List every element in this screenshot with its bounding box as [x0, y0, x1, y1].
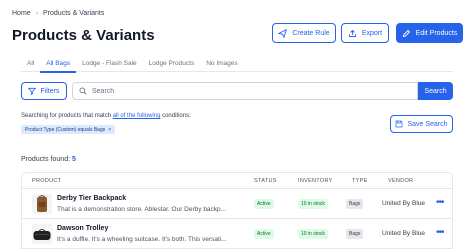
- column-status: STATUS: [254, 178, 277, 184]
- vendor-text: United By Blue: [382, 200, 425, 207]
- product-name[interactable]: Derby Tier Backpack: [57, 195, 126, 202]
- condition-chip-label: Product Type (Custom) equals Bags: [25, 126, 106, 133]
- tab-lodge-flash-sale[interactable]: Lodge - Flash Sale: [76, 58, 143, 72]
- filters-label: Filters: [40, 87, 60, 95]
- column-inventory: INVENTORY: [298, 178, 333, 184]
- column-type: TYPE: [352, 178, 368, 184]
- close-icon[interactable]: ×: [108, 127, 111, 133]
- type-badge: Bags: [346, 199, 364, 209]
- breadcrumb-current: Products & Variants: [43, 10, 105, 17]
- save-icon: [396, 120, 403, 128]
- view-tabs: All All Bags Lodge - Flash Sale Lodge Pr…: [21, 58, 453, 73]
- filter-icon: [28, 87, 37, 95]
- tab-all[interactable]: All: [21, 58, 40, 72]
- filters-button[interactable]: Filters: [21, 82, 67, 100]
- breadcrumb-home[interactable]: Home: [12, 10, 31, 17]
- send-icon: [278, 28, 288, 38]
- save-search-label: Save Search: [407, 120, 448, 128]
- products-found-count: 5: [71, 156, 76, 163]
- column-product: PRODUCT: [32, 178, 62, 184]
- match-mode-link[interactable]: all of the following: [113, 113, 161, 119]
- edit-products-label: Edit Products: [415, 29, 458, 37]
- inventory-badge: 10 in stock: [298, 199, 328, 209]
- edit-products-button[interactable]: Edit Products: [396, 23, 463, 43]
- search-button[interactable]: Search: [418, 82, 453, 100]
- search-icon: [79, 87, 87, 95]
- more-options-icon[interactable]: •••: [436, 227, 444, 238]
- backpack-thumbnail: [32, 194, 52, 214]
- page-title: Products & Variants: [12, 27, 155, 44]
- product-name[interactable]: Dawson Trolley: [57, 225, 108, 232]
- tab-all-bags[interactable]: All Bags: [40, 58, 76, 73]
- search-input[interactable]: [92, 87, 392, 95]
- trolley-thumbnail: [32, 224, 52, 244]
- upload-icon: [348, 29, 356, 37]
- products-found: Products found: 5: [21, 156, 76, 163]
- chevron-right-icon: ›: [35, 10, 39, 17]
- create-rule-label: Create Rule: [292, 29, 330, 37]
- status-badge: Active: [254, 229, 274, 239]
- status-badge: Active: [254, 199, 274, 209]
- tab-lodge-products[interactable]: Lodge Products: [143, 58, 201, 72]
- condition-chip[interactable]: Product Type (Custom) equals Bags ×: [21, 125, 116, 134]
- type-badge: Bags: [346, 229, 364, 239]
- export-label: Export: [361, 29, 383, 37]
- tab-no-images[interactable]: No Images: [200, 58, 243, 72]
- create-rule-button[interactable]: Create Rule: [272, 23, 336, 43]
- conditions-suffix: conditions:: [160, 113, 191, 119]
- search-field: [72, 82, 418, 100]
- conditions-prefix: Searching for products that match: [21, 113, 113, 119]
- more-options-icon[interactable]: •••: [436, 197, 444, 208]
- product-description: That is a demonstration store. Ablestar.…: [57, 206, 227, 213]
- products-found-label: Products found:: [21, 156, 72, 163]
- table-header: PRODUCT STATUS INVENTORY TYPE VENDOR: [22, 173, 452, 189]
- vendor-text: United By Blue: [382, 230, 425, 237]
- conditions-text: Searching for products that match all of…: [21, 113, 191, 119]
- save-search-button[interactable]: Save Search: [390, 115, 453, 133]
- table-row[interactable]: Dawson Trolley It's a duffle. It's a whe…: [22, 219, 452, 249]
- breadcrumb: Home › Products & Variants: [12, 10, 104, 17]
- product-description: It's a duffle. It's a wheeling suitcase.…: [57, 236, 227, 243]
- pencil-icon: [402, 29, 410, 37]
- inventory-badge: 10 in stock: [298, 229, 328, 239]
- column-vendor: VENDOR: [388, 178, 414, 184]
- export-button[interactable]: Export: [341, 23, 389, 43]
- products-table: PRODUCT STATUS INVENTORY TYPE VENDOR Der…: [21, 172, 453, 249]
- table-row[interactable]: Derby Tier Backpack That is a demonstrat…: [22, 189, 452, 219]
